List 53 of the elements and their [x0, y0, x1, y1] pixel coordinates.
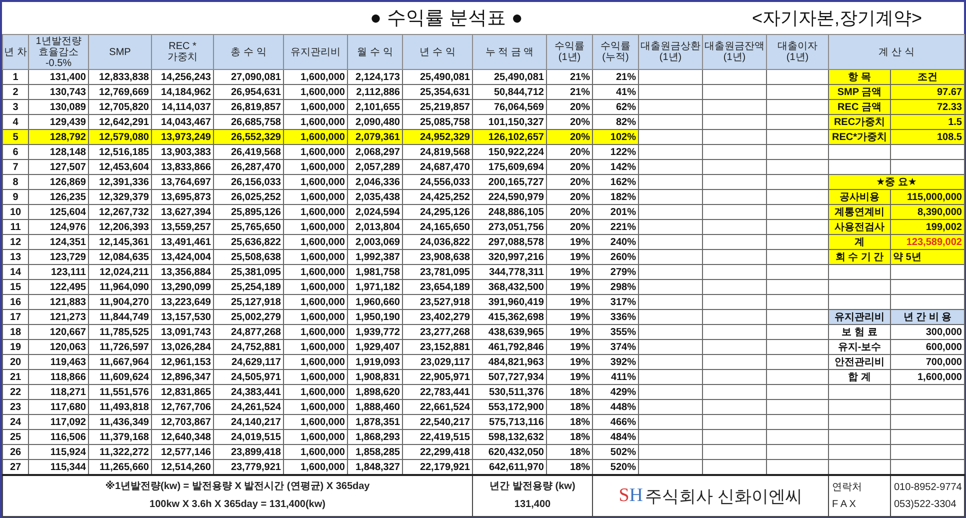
table-cell: 199,002 [890, 220, 964, 234]
formula-note: ※1년발전량(kw) = 발전용량 X 발전시간 (연평균) X 365day 100kw X 3.6h X 365day = 131,400(kw) [2, 475, 472, 516]
column-header: 대출원금잔액 (1년) [702, 34, 766, 70]
table-cell: 유지-보수 [828, 340, 890, 354]
column-header: 대출이자 (1년) [766, 34, 828, 70]
table-cell: REC*가중치 [828, 130, 890, 144]
table-cell: ★중 요★ [828, 174, 964, 190]
column-header: REC * 가중치 [152, 34, 214, 70]
table-cell: 123,589,002 [890, 234, 964, 250]
column-header: 총 수 익 [214, 34, 284, 70]
column-header: 계 산 식 [828, 34, 964, 70]
table-cell: 합 계 [828, 370, 890, 384]
table-cell: 97.67 [890, 84, 964, 100]
table-cell: 약 5년 [890, 250, 964, 264]
table-cell: REC가중치 [828, 114, 890, 130]
table-cell: 108.5 [890, 130, 964, 144]
table-cell: 300,000 [890, 324, 964, 340]
contact-labels: 연락처 F A X [828, 475, 890, 516]
column-header: 년 차 [2, 34, 28, 70]
column-header: 유지관리비 [284, 34, 348, 70]
sheet-title: ● 수익률 분석표 ● [370, 7, 523, 31]
table-cell: 회 수 기 간 [828, 250, 890, 264]
table-cell: 항 목 [828, 70, 890, 84]
table-cell: 사용전검사 [828, 220, 890, 234]
table-cell: 1,600,000 [890, 370, 964, 384]
table-cell: 안전관리비 [828, 354, 890, 370]
table-cell: 유지관리비 [828, 310, 890, 324]
table-cell: REC 금액 [828, 100, 890, 114]
table-cell: 700,000 [890, 354, 964, 370]
table-cell: 1.5 [890, 114, 964, 130]
column-header: 대출원금상환 (1년) [638, 34, 702, 70]
sheet-subtitle: <자기자본,장기계약> [752, 7, 922, 30]
table-cell: 115,000,000 [890, 190, 964, 204]
table-cell: 보 험 료 [828, 324, 890, 340]
column-header: 년 수 익 [402, 34, 472, 70]
column-header: SMP [88, 34, 152, 70]
company-logo-text: SH 주식회사 신화이엔씨 [618, 484, 804, 508]
annual-capacity-cell: 년간 발전용량 (kw) 131,400 [472, 475, 592, 516]
column-header: 1년발전량 효율감소 -0.5% [28, 34, 88, 70]
table-cell: 8,390,000 [890, 204, 964, 220]
table-cell: SMP 금액 [828, 84, 890, 100]
table-cell: 600,000 [890, 340, 964, 354]
table-cell: 계 [828, 234, 890, 250]
column-header: 수익률(1년) [546, 34, 592, 70]
column-header: 누 적 금 액 [472, 34, 546, 70]
table-cell: 계통연계비 [828, 204, 890, 220]
column-header: 월 수 익 [348, 34, 402, 70]
table-cell: 72.33 [890, 100, 964, 114]
table-cell: 조건 [890, 70, 964, 84]
contact-numbers: 010-8952-9774 053)522-3304 [890, 475, 964, 516]
table-cell: 공사비용 [828, 190, 890, 204]
table-cell: 년 간 비 용 [890, 310, 964, 324]
column-header: 수익률(누적) [592, 34, 638, 70]
